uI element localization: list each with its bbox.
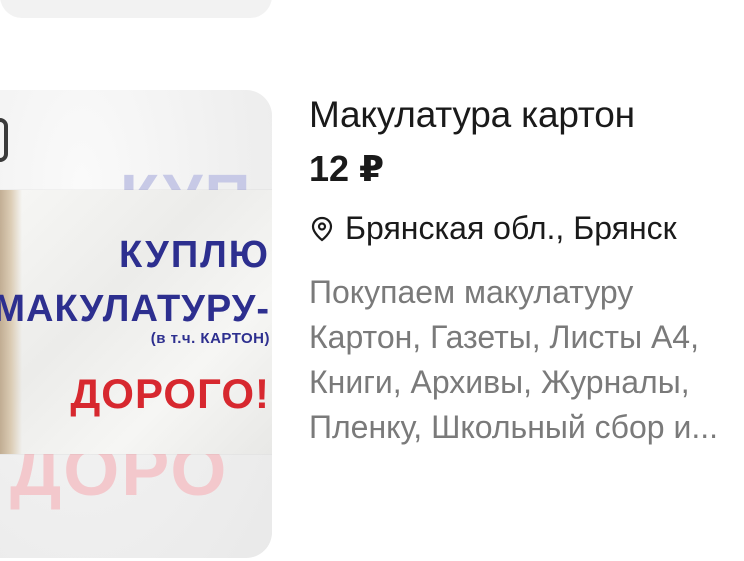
description-line: Пленку, Школьный сбор и... <box>309 409 718 445</box>
ad-poster: КУПЛЮ МАКУЛАТУРУ- (в т.ч. КАРТОН) ДОРОГО… <box>0 190 272 454</box>
poster-line-expensive: ДОРОГО! <box>70 370 270 417</box>
listing-image[interactable]: КУП ДОРО КУПЛЮ МАКУЛАТУРУ- (в т.ч. КАРТО… <box>0 90 272 558</box>
previous-listing-card[interactable] <box>0 0 272 18</box>
description-line: Книги, Архивы, Журналы, <box>309 364 690 400</box>
listing-price: 12 ₽ <box>309 148 385 189</box>
poster-line-cardboard: (в т.ч. КАРТОН) <box>150 330 270 347</box>
poster-line-wastepaper: МАКУЛАТУРУ- <box>0 288 270 330</box>
description-line: Картон, Газеты, Листы А4, <box>309 319 699 355</box>
listing-page: КУП ДОРО КУПЛЮ МАКУЛАТУРУ- (в т.ч. КАРТО… <box>0 0 744 561</box>
map-pin-icon <box>311 216 333 241</box>
location-text: Брянская обл., Брянск <box>345 210 677 246</box>
listing-description: Покупаем макулатуру Картон, Газеты, Лист… <box>309 270 744 450</box>
listing-location: Брянская обл., Брянск <box>311 210 677 247</box>
listing-title[interactable]: Макулатура картон <box>309 94 635 136</box>
image-fragment <box>0 118 8 162</box>
description-line: Покупаем макулатуру <box>309 274 634 310</box>
poster-line-buy: КУПЛЮ <box>119 234 270 276</box>
